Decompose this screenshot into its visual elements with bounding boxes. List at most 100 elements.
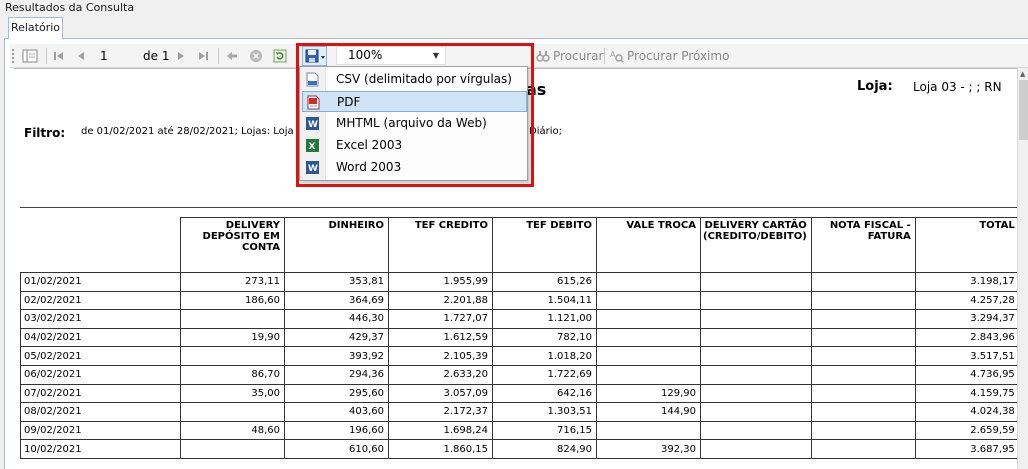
value-cell	[596, 309, 701, 329]
last-page-icon[interactable]	[196, 47, 210, 65]
filtro-value: de 01/02/2021 até 28/02/2021; Lojas: Loj…	[81, 126, 304, 137]
csv-icon	[306, 72, 319, 87]
table-row: 08/02/2021 403,60 2.172,37 1.303,51 144,90 4.…	[20, 402, 1020, 422]
value-cell: 3.517,51	[914, 346, 1020, 366]
value-cell	[596, 420, 701, 441]
loja-label: Loja:	[857, 79, 893, 94]
toolbar-separator	[46, 48, 47, 64]
menu-item-excel[interactable]: X Excel 2003	[302, 135, 527, 156]
find-next-button[interactable]: A Procurar Próximo	[610, 47, 729, 65]
stop-icon[interactable]	[248, 47, 264, 65]
value-cell	[700, 439, 812, 459]
refresh-icon[interactable]	[272, 47, 288, 65]
date-cell: 04/02/2021	[20, 327, 181, 348]
value-cell: 716,15	[492, 420, 597, 441]
word-icon: W	[306, 117, 319, 130]
menu-item-mhtml[interactable]: W MHTML (arquivo da Web)	[302, 113, 527, 134]
save-disk-icon	[305, 49, 319, 63]
excel-icon: X	[306, 139, 319, 152]
menu-item-word[interactable]: W Word 2003	[302, 157, 527, 178]
value-cell: 1.722,69	[492, 364, 597, 385]
value-cell	[596, 327, 701, 348]
date-cell: 05/02/2021	[20, 346, 181, 366]
value-cell: 2.843,96	[914, 327, 1020, 348]
value-cell: 2.633,20	[388, 364, 493, 385]
value-cell	[700, 272, 812, 292]
zoom-select[interactable]: 100% ▼	[336, 46, 446, 65]
word-icon: W	[306, 161, 319, 174]
value-cell: 2.172,37	[388, 402, 493, 422]
report-toolbar: 1 de 1 100% ▼ Procurar A Procurar Próxim…	[10, 44, 1028, 68]
export-button[interactable]	[302, 46, 327, 66]
next-page-icon[interactable]	[174, 47, 188, 65]
table-row: 04/02/2021 19,90 429,37 1.612,59 782,10 2.843…	[20, 327, 1020, 348]
value-cell: 186,60	[180, 290, 285, 311]
previous-page-icon[interactable]	[74, 47, 88, 65]
column-header: NOTA FISCAL - FATURA	[810, 217, 916, 273]
table-row: 06/02/2021 86,70 294,36 2.633,20 1.722,69 4.7…	[20, 364, 1020, 385]
value-cell	[180, 309, 285, 329]
value-cell	[810, 309, 916, 329]
value-cell: 610,60	[284, 439, 389, 459]
table-row: 03/02/2021 446,30 1.727,07 1.121,00 3.294,37	[20, 309, 1020, 329]
value-cell	[810, 290, 916, 311]
date-cell: 03/02/2021	[20, 309, 181, 329]
value-cell	[596, 364, 701, 385]
find-label: Procurar	[553, 49, 604, 63]
value-cell: 19,90	[180, 327, 285, 348]
value-cell: 295,60	[284, 383, 389, 404]
column-header: DINHEIRO	[284, 217, 389, 273]
menu-item-label: CSV (delimitado por vírgulas)	[336, 72, 512, 86]
date-cell: 01/02/2021	[20, 272, 181, 292]
value-cell: 4.159,75	[914, 383, 1020, 404]
vertical-scrollbar[interactable]: ▲	[1017, 68, 1028, 469]
page-number-input[interactable]: 1	[100, 47, 142, 65]
value-cell	[596, 272, 701, 292]
value-cell: 1.860,15	[388, 439, 493, 459]
scroll-up-icon[interactable]: ▲	[1020, 70, 1025, 78]
zoom-value: 100%	[348, 48, 383, 62]
scrollbar-thumb[interactable]	[1019, 80, 1028, 140]
table-row: 02/02/2021 186,60 364,69 2.201,88 1.504,11 4.…	[20, 290, 1020, 311]
value-cell: 446,30	[284, 309, 389, 329]
find-button[interactable]: Procurar	[536, 47, 603, 65]
table-header-row: DELIVERY DEPÓSITO EM CONTA DINHEIRO TEF …	[20, 217, 1020, 273]
value-cell: 196,60	[284, 420, 389, 441]
value-cell: 2.659,59	[914, 420, 1020, 441]
value-cell: 824,90	[492, 439, 597, 459]
column-header: TOTAL	[914, 217, 1020, 273]
table-row: 07/02/2021 35,00 295,60 3.057,09 642,16 129,9…	[20, 383, 1020, 404]
value-cell: 1.121,00	[492, 309, 597, 329]
menu-item-csv[interactable]: CSV (delimitado por vírgulas)	[302, 69, 527, 90]
first-page-icon[interactable]	[52, 47, 66, 65]
value-cell	[700, 346, 812, 366]
back-icon[interactable]	[224, 47, 240, 65]
svg-text:W: W	[308, 164, 318, 174]
column-header: TEF CREDITO	[388, 217, 493, 273]
menu-item-label: PDF	[337, 95, 361, 109]
value-cell: 4.736,95	[914, 364, 1020, 385]
value-cell: 1.727,07	[388, 309, 493, 329]
tab-relatorio[interactable]: Relatório	[8, 17, 63, 39]
chevron-down-icon: ▼	[432, 51, 439, 60]
value-cell: 1.612,59	[388, 327, 493, 348]
value-cell: 393,92	[284, 346, 389, 366]
pdf-icon	[307, 95, 320, 110]
value-cell: 273,11	[180, 272, 285, 292]
value-cell: 364,69	[284, 290, 389, 311]
toolbar-gripper[interactable]	[12, 49, 14, 63]
menu-item-pdf[interactable]: PDF	[302, 91, 527, 112]
value-cell: 35,00	[180, 383, 285, 404]
value-cell	[810, 272, 916, 292]
value-cell: 1.504,11	[492, 290, 597, 311]
svg-text:X: X	[309, 142, 316, 152]
date-cell: 02/02/2021	[20, 290, 181, 311]
document-map-icon[interactable]	[20, 47, 40, 65]
date-cell: 06/02/2021	[20, 364, 181, 385]
value-cell: 403,60	[284, 402, 389, 422]
column-header: DELIVERY DEPÓSITO EM CONTA	[180, 217, 285, 273]
value-cell: 3.198,17	[914, 272, 1020, 292]
value-cell: 2.201,88	[388, 290, 493, 311]
report-divider	[20, 207, 1028, 208]
value-cell: 1.018,20	[492, 346, 597, 366]
